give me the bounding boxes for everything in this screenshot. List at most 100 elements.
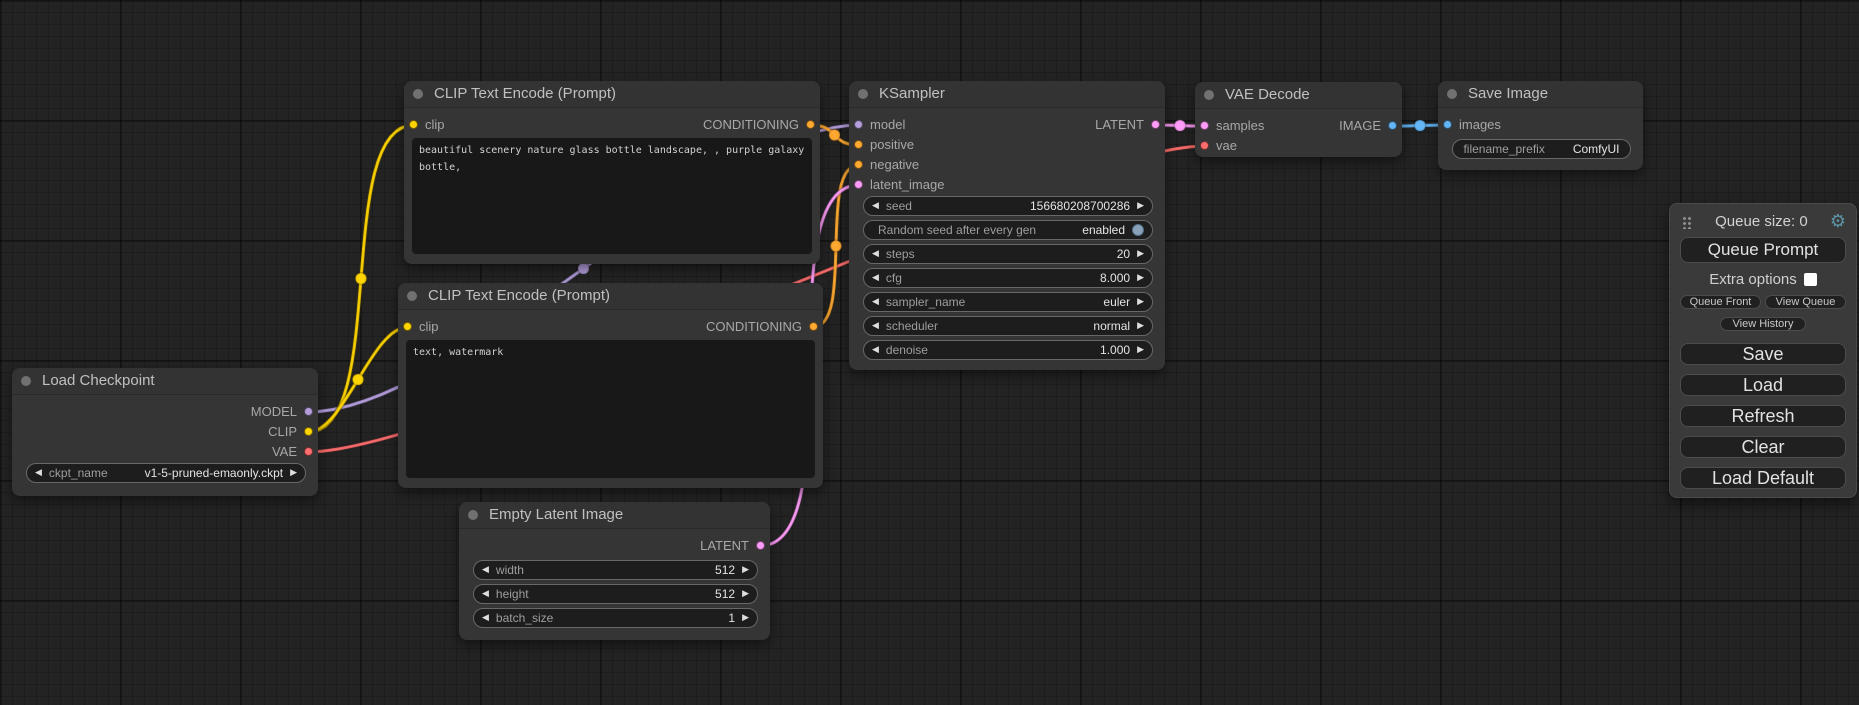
load-checkpoint-output-VAE: VAE [12,442,318,462]
ksampler-widget-cfg[interactable]: ◀cfg8.000▶ [863,268,1153,288]
ksampler-input-negative: negative [849,155,1165,175]
widget-label: filename_prefix [1463,142,1544,156]
load-checkpoint-output-CLIP: CLIP [12,422,318,442]
decrement-arrow-icon[interactable]: ◀ [872,298,879,307]
output-slot-MODEL-icon[interactable] [304,407,313,416]
load-default-button[interactable]: Load Default [1680,467,1846,489]
queue-prompt-button[interactable]: Queue Prompt [1680,237,1846,263]
empty-latent-image-widget-width[interactable]: ◀width512▶ [473,560,758,580]
collapse-dot-icon[interactable] [21,376,31,386]
increment-arrow-icon[interactable]: ▶ [290,469,297,478]
decrement-arrow-icon[interactable]: ◀ [872,274,879,283]
output-label-VAE: VAE [272,442,297,462]
node-title-label: KSampler [879,85,945,102]
ksampler-widget-scheduler[interactable]: ◀ schedulernormal ▶ [863,316,1153,336]
increment-arrow-icon[interactable]: ▶ [1137,202,1144,211]
collapse-dot-icon[interactable] [858,89,868,99]
extra-options-label: Extra options [1709,271,1797,288]
queue-front-button[interactable]: Queue Front [1680,295,1761,309]
clip-encode-negative-title: CLIP Text Encode (Prompt) [398,283,823,310]
ksampler-widget-seed[interactable]: ◀seed156680208700286▶ [863,196,1153,216]
collapse-dot-icon[interactable] [407,291,417,301]
node-title-label: Empty Latent Image [489,506,623,523]
view-queue-button[interactable]: View Queue [1765,295,1846,309]
save-image-widget-filename_prefix[interactable]: filename_prefixComfyUI [1452,139,1631,159]
decrement-arrow-icon[interactable]: ◀ [482,614,489,623]
clip-encode-positive-prompt-text[interactable]: beautiful scenery nature glass bottle la… [412,138,812,254]
node-graph-canvas[interactable]: Load CheckpointMODELCLIPVAE◀ckpt_namev1-… [0,0,1859,705]
refresh-button[interactable]: Refresh [1680,405,1846,427]
widget-value: normal [1093,319,1130,333]
output-slot-CLIP-icon[interactable] [304,427,313,436]
empty-latent-image-widget-height[interactable]: ◀height512▶ [473,584,758,604]
decrement-arrow-icon[interactable]: ◀ [872,346,879,355]
increment-arrow-icon[interactable]: ▶ [1137,274,1144,283]
save-image-title: Save Image [1438,81,1643,108]
input-slot-negative-icon[interactable] [854,160,863,169]
collapse-dot-icon[interactable] [1447,89,1457,99]
nodes-layer: Load CheckpointMODELCLIPVAE◀ckpt_namev1-… [0,0,1859,705]
decrement-arrow-icon[interactable]: ◀ [482,566,489,575]
collapse-dot-icon[interactable] [413,89,423,99]
increment-arrow-icon[interactable]: ▶ [742,614,749,623]
output-label-CLIP: CLIP [268,422,297,442]
queue-panel: Queue size: 0 ⚙ Queue Prompt Extra optio… [1669,203,1857,498]
input-slot-images-icon[interactable] [1443,120,1452,129]
ksampler-widget-steps[interactable]: ◀steps20▶ [863,244,1153,264]
ksampler-widget-denoise[interactable]: ◀denoise1.000▶ [863,340,1153,360]
collapse-dot-icon[interactable] [1204,90,1214,100]
input-slot-vae-icon[interactable] [1200,141,1209,150]
input-label-latent_image: latent_image [870,175,944,195]
clear-button[interactable]: Clear [1680,436,1846,458]
decrement-arrow-icon[interactable]: ◀ [35,469,42,478]
empty-latent-image[interactable]: Empty Latent ImageLATENT◀width512▶◀heigh… [459,502,770,640]
output-label-CONDITIONING: CONDITIONING [703,115,799,135]
ksampler-widget-sampler_name[interactable]: ◀sampler_nameeuler▶ [863,292,1153,312]
decrement-arrow-icon[interactable]: ◀ [872,202,879,211]
output-slot-IMAGE-icon[interactable] [1388,121,1397,130]
decrement-arrow-icon[interactable]: ◀ [482,590,489,599]
increment-arrow-icon[interactable]: ▶ [742,566,749,575]
increment-arrow-icon[interactable]: ▶ [1137,346,1144,355]
save-image[interactable]: Save Imageimagesfilename_prefixComfyUI [1438,81,1643,170]
ksampler-title: KSampler [849,81,1165,108]
ksampler[interactable]: KSamplermodelpositivenegativelatent_imag… [849,81,1165,370]
increment-arrow-icon[interactable]: ▶ [1137,298,1144,307]
clip-encode-positive-title: CLIP Text Encode (Prompt) [404,81,820,108]
settings-gear-icon[interactable]: ⚙ [1830,213,1846,231]
vae-decode[interactable]: VAE DecodesamplesvaeIMAGE [1195,82,1402,157]
decrement-arrow-icon[interactable]: ◀ [872,250,879,259]
output-slot-VAE-icon[interactable] [304,447,313,456]
ksampler-widget-random-seed-after-every-gen[interactable]: Random seed after every genenabled [863,220,1153,240]
widget-value: 512 [715,563,735,577]
empty-latent-image-widget-batch_size[interactable]: ◀batch_size1▶ [473,608,758,628]
widget-label: scheduler [886,319,1093,333]
clip-encode-positive[interactable]: CLIP Text Encode (Prompt)clipCONDITIONIN… [404,81,820,264]
view-history-button[interactable]: View History [1720,317,1806,331]
clip-encode-negative[interactable]: CLIP Text Encode (Prompt)clipCONDITIONIN… [398,283,823,488]
collapse-dot-icon[interactable] [468,510,478,520]
output-slot-LATENT-icon[interactable] [756,541,765,550]
increment-arrow-icon[interactable]: ▶ [742,590,749,599]
save-button[interactable]: Save [1680,343,1846,365]
output-slot-LATENT-icon[interactable] [1151,120,1160,129]
widget-label: denoise [886,343,1100,357]
extra-options-checkbox[interactable] [1804,273,1817,286]
output-slot-CONDITIONING-icon[interactable] [806,120,815,129]
input-slot-positive-icon[interactable] [854,140,863,149]
queue-front-row: Queue Front View Queue [1680,295,1846,309]
drag-handle-icon[interactable] [1682,215,1693,229]
output-slot-CONDITIONING-icon[interactable] [809,322,818,331]
input-slot-latent_image-icon[interactable] [854,180,863,189]
increment-arrow-icon[interactable]: ▶ [1137,322,1144,331]
widget-value: enabled [1082,223,1125,237]
clip-encode-negative-prompt-text[interactable]: text, watermark [406,340,815,478]
increment-arrow-icon[interactable]: ▶ [1137,250,1144,259]
load-checkpoint-widget-ckpt_name[interactable]: ◀ckpt_namev1-5-pruned-emaonly.ckpt▶ [26,463,306,483]
ksampler-input-positive: positive [849,135,1165,155]
decrement-arrow-icon[interactable]: ◀ [872,322,879,331]
toggle-dot-icon[interactable] [1132,224,1144,236]
load-checkpoint[interactable]: Load CheckpointMODELCLIPVAE◀ckpt_namev1-… [12,368,318,496]
load-button[interactable]: Load [1680,374,1846,396]
widget-label: cfg [886,271,1100,285]
